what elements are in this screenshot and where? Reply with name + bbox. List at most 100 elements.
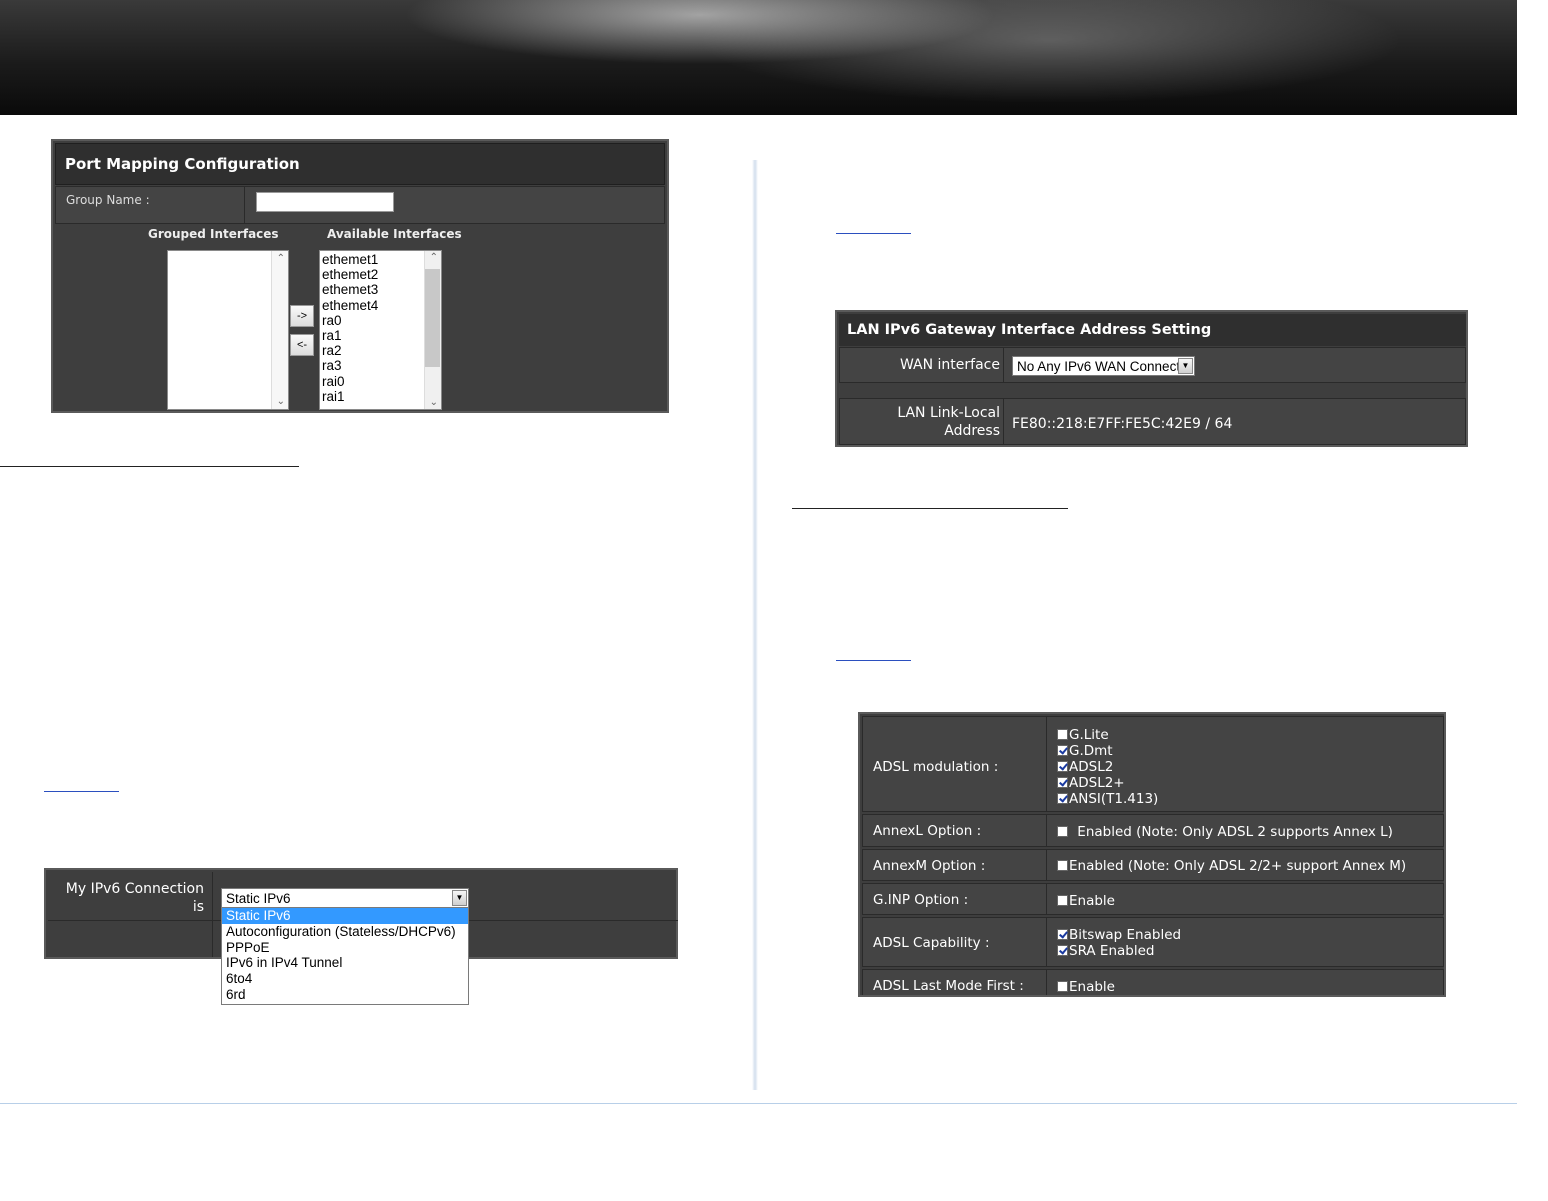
last-mode-row: ADSL Last Mode First : Enable: [862, 969, 1444, 995]
group-name-label: Group Name :: [66, 193, 150, 207]
annexl-text: Enabled (Note: Only ADSL 2 supports Anne…: [1077, 824, 1393, 840]
interface-option[interactable]: rai0: [322, 374, 378, 389]
connection-option[interactable]: Autoconfiguration (Stateless/DHCPv6): [222, 924, 468, 940]
modulation-checkbox[interactable]: [1057, 777, 1068, 788]
last-mode-label: ADSL Last Mode First :: [873, 978, 1024, 994]
annexl-label: AnnexL Option :: [873, 823, 982, 839]
connection-option[interactable]: 6to4: [222, 971, 468, 987]
annexm-checkbox[interactable]: [1057, 860, 1068, 871]
wan-interface-select[interactable]: No Any IPv6 WAN Connect ▼: [1012, 356, 1195, 376]
connection-option[interactable]: Static IPv6: [222, 908, 468, 924]
connection-option[interactable]: IPv6 in IPv4 Tunnel: [222, 955, 468, 971]
interface-option[interactable]: ethemet1: [322, 252, 378, 267]
interface-option[interactable]: ra0: [322, 313, 378, 328]
last-mode-checkbox[interactable]: [1057, 981, 1068, 992]
annexl-option: Enabled (Note: Only ADSL 2 supports Anne…: [1057, 824, 1393, 840]
annexl-row: AnnexL Option : Enabled (Note: Only ADSL…: [862, 814, 1444, 847]
capability-option: SRA Enabled: [1057, 943, 1154, 959]
interface-option[interactable]: ethemet4: [322, 298, 378, 313]
modulation-text: G.Lite: [1069, 727, 1109, 743]
port-mapping-title: Port Mapping Configuration: [55, 143, 665, 185]
lan-gateway-title: LAN IPv6 Gateway Interface Address Setti…: [839, 314, 1466, 346]
interface-option[interactable]: ethemet2: [322, 267, 378, 282]
section-heading-rule-left: [0, 466, 299, 467]
connection-option[interactable]: PPPoE: [222, 940, 468, 956]
section-heading-rule-right: [792, 508, 1068, 509]
modulation-checkbox[interactable]: [1057, 793, 1068, 804]
annexl-checkbox[interactable]: [1057, 826, 1068, 837]
row-divider: [1003, 399, 1004, 444]
row-divider: [1003, 348, 1004, 382]
interface-option[interactable]: rai1: [322, 389, 378, 404]
capability-checkbox[interactable]: [1057, 929, 1068, 940]
group-name-input[interactable]: [256, 192, 394, 212]
grouped-list-scrollbar[interactable]: ⌃ ⌄: [271, 251, 288, 409]
modulation-option: ADSL2: [1057, 759, 1113, 775]
annexm-text: Enabled (Note: Only ADSL 2/2+ support An…: [1069, 858, 1407, 874]
scroll-down-icon[interactable]: ⌄: [430, 397, 438, 408]
ginp-row: G.INP Option : Enable: [862, 883, 1444, 915]
available-interfaces-list[interactable]: ethemet1 ethemet2 ethemet3 ethemet4 ra0 ra1 ra…: [319, 250, 442, 410]
row-divider: [244, 187, 245, 223]
wan-interface-label: WAN interface: [899, 357, 1000, 373]
annexm-option: Enabled (Note: Only ADSL 2/2+ support An…: [1057, 858, 1406, 874]
modulation-option: ANSI(T1.413): [1057, 791, 1158, 807]
link-underline-3[interactable]: [44, 791, 119, 792]
capability-text: SRA Enabled: [1069, 943, 1155, 959]
modulation-checkbox[interactable]: [1057, 761, 1068, 772]
modulation-text: ADSL2: [1069, 759, 1114, 775]
ginp-option: Enable: [1057, 893, 1115, 909]
available-list-scrollbar[interactable]: ⌃ ⌄: [424, 251, 441, 409]
last-mode-option: Enable: [1057, 979, 1115, 995]
modulation-option: ADSL2+: [1057, 775, 1125, 791]
capability-option: Bitswap Enabled: [1057, 927, 1181, 943]
last-mode-text: Enable: [1069, 979, 1115, 995]
capability-text: Bitswap Enabled: [1069, 927, 1182, 943]
grouped-interfaces-heading: Grouped Interfaces: [148, 227, 279, 241]
row-divider: [1046, 918, 1047, 966]
available-interfaces-heading: Available Interfaces: [327, 227, 462, 241]
modulation-checkbox[interactable]: [1057, 729, 1068, 740]
add-to-group-button[interactable]: ->: [290, 305, 314, 327]
interface-option[interactable]: ra2: [322, 343, 378, 358]
row-divider: [1046, 717, 1047, 811]
grouped-interfaces-list[interactable]: ⌃ ⌄: [167, 250, 289, 410]
scroll-up-icon[interactable]: ⌃: [430, 252, 438, 263]
link-local-value: FE80::218:E7FF:FE5C:42E9 / 64: [1012, 416, 1233, 432]
interface-option[interactable]: ra1: [322, 328, 378, 343]
connection-option[interactable]: 6rd: [222, 987, 468, 1003]
scroll-down-icon[interactable]: ⌄: [277, 396, 285, 407]
ipv6-connection-select[interactable]: Static IPv6 ▼: [221, 888, 469, 908]
wan-interface-row: WAN interface No Any IPv6 WAN Connect ▼: [839, 347, 1466, 383]
chevron-down-icon[interactable]: ▼: [1178, 358, 1193, 374]
row-divider: [1046, 850, 1047, 880]
footer-rule: [0, 1103, 1517, 1104]
interface-option[interactable]: ethemet3: [322, 282, 378, 297]
link-local-label-line1: LAN Link-Local: [897, 405, 1000, 421]
scroll-up-icon[interactable]: ⌃: [277, 253, 285, 264]
ginp-checkbox[interactable]: [1057, 895, 1068, 906]
modulation-option: G.Lite: [1057, 727, 1109, 743]
row-divider: [1046, 970, 1047, 995]
modulation-option: G.Dmt: [1057, 743, 1113, 759]
annexm-label: AnnexM Option :: [873, 858, 986, 874]
modulation-checkbox[interactable]: [1057, 745, 1068, 756]
adsl-modulation-row: ADSL modulation : G.Lite G.Dmt ADSL2 ADSL2+…: [862, 716, 1444, 812]
link-underline-1[interactable]: [836, 233, 911, 234]
row-divider: [1046, 815, 1047, 846]
adsl-modulation-label: ADSL modulation :: [873, 759, 999, 775]
interface-option[interactable]: ra3: [322, 358, 378, 373]
lan-ipv6-gateway-panel: LAN IPv6 Gateway Interface Address Setti…: [835, 310, 1468, 447]
scroll-thumb[interactable]: [425, 269, 440, 367]
column-divider: [752, 160, 758, 1090]
link-local-row: LAN Link-Local Address FE80::218:E7FF:FE…: [839, 398, 1466, 445]
ginp-text: Enable: [1069, 893, 1115, 909]
available-interfaces-items: ethemet1 ethemet2 ethemet3 ethemet4 ra0 ra1 ra…: [322, 252, 378, 404]
annexm-row: AnnexM Option : Enabled (Note: Only ADSL…: [862, 849, 1444, 881]
link-underline-2[interactable]: [836, 660, 911, 661]
capability-checkbox[interactable]: [1057, 945, 1068, 956]
chevron-down-icon[interactable]: ▼: [452, 890, 467, 906]
remove-from-group-button[interactable]: <-: [290, 334, 314, 356]
ipv6-connection-selected: Static IPv6: [226, 891, 291, 906]
row-divider: [212, 872, 213, 957]
